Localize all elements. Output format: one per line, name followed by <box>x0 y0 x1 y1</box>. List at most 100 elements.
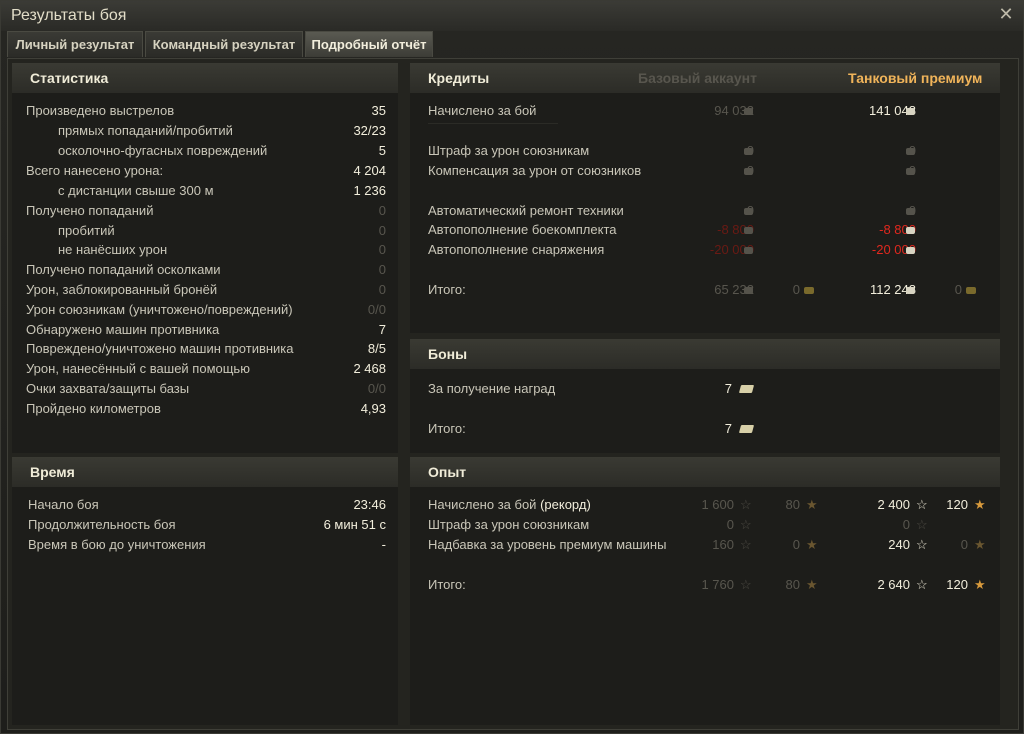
stat-row: не нанёсших урон 0 <box>26 240 386 260</box>
time-value: 23:46 <box>353 497 386 512</box>
stat-value: 2 468 <box>353 361 386 376</box>
credits-icon <box>744 108 753 115</box>
stat-row: с дистанции свыше 300 м 1 236 <box>26 181 386 201</box>
xp-star-icon: ☆ <box>916 517 928 532</box>
credits-total-row: Итого: 65 232 0 112 248 0 <box>428 280 988 300</box>
stat-label: Повреждено/уничтожено машин противника <box>26 341 294 356</box>
credits-label: Автоматический ремонт техники <box>428 203 624 218</box>
stat-label: Получено попаданий осколками <box>26 262 221 277</box>
stat-row: Очки захвата/защиты базы 0/0 <box>26 379 386 399</box>
title-bar: Результаты боя ✕ <box>1 1 1023 31</box>
xp-total-base-free: 80 <box>785 577 800 592</box>
time-value: 6 мин 51 с <box>323 517 386 532</box>
battle-results-window: Результаты боя ✕ Личный результат Команд… <box>0 0 1024 734</box>
credits-icon <box>744 227 753 234</box>
credits-row: Компенсация за урон от союзников 0 0 <box>428 161 988 181</box>
credits-icon <box>906 227 915 234</box>
stat-row: Повреждено/уничтожено машин противника 8… <box>26 339 386 359</box>
credits-total-premium-gold: 0 <box>954 282 962 297</box>
free-xp-star-icon: ★ <box>974 577 986 592</box>
credits-label: Автопополнение боекомплекта <box>428 222 617 237</box>
xp-base-free: 80 <box>785 497 800 512</box>
close-icon[interactable]: ✕ <box>997 5 1015 23</box>
stat-value: 32/23 <box>353 123 386 138</box>
stat-label: осколочно-фугасных повреждений <box>58 143 268 158</box>
stat-label: Очки захвата/защиты базы <box>26 381 190 396</box>
experience-panel: Начислено за бой (рекорд) 1 600 ☆ 80 ★ 2… <box>410 487 1000 725</box>
stat-row: Урон, заблокированный бронёй 0 <box>26 280 386 300</box>
stat-value: 7 <box>378 322 386 337</box>
stat-label: Урон, нанесённый с вашей помощью <box>26 361 250 376</box>
credits-icon <box>906 287 915 294</box>
stat-label: Обнаружено машин противника <box>26 322 220 337</box>
stat-row: Пройдено километров 4,93 <box>26 399 386 419</box>
xp-star-icon: ☆ <box>916 577 928 592</box>
xp-base-value: 0 <box>726 517 734 532</box>
credits-header: Кредиты Базовый аккаунт Танковый премиум <box>410 63 1000 93</box>
experience-total-label: Итого: <box>428 577 466 592</box>
stat-value: 5 <box>378 143 386 158</box>
window-title: Результаты боя <box>11 7 127 24</box>
credits-icon <box>906 247 915 254</box>
credits-panel: Начислено за бой 94 032 141 048 Штраф за… <box>410 93 1000 333</box>
xp-total-base: 1 760 <box>701 577 734 592</box>
xp-base-value: 160 <box>712 537 734 552</box>
detailed-report-content: Статистика Произведено выстрелов 35 прям… <box>7 58 1019 730</box>
stat-value: 0 <box>378 203 386 218</box>
xp-premium-value: 2 400 <box>877 497 910 512</box>
credits-label: Начислено за бой <box>428 103 537 118</box>
time-panel: Начало боя 23:46 Продолжительность боя 6… <box>12 487 398 725</box>
stat-label: пробитий <box>58 223 115 238</box>
credits-icon <box>744 287 753 294</box>
bonds-header: Боны <box>410 339 1000 369</box>
stat-value: 0/0 <box>367 302 386 317</box>
time-title: Время <box>30 464 75 480</box>
credits-icon <box>744 247 753 254</box>
gold-icon <box>804 287 814 294</box>
credits-row: Автоматический ремонт техники 0 0 <box>428 201 988 221</box>
xp-star-icon: ☆ <box>740 577 752 592</box>
experience-label: Надбавка за уровень премиум машины <box>428 537 667 552</box>
stat-value: 4,93 <box>360 401 386 416</box>
stat-label: не нанёсших урон <box>58 242 168 257</box>
credits-row: Автопополнение боекомплекта -8 800 -8 80… <box>428 220 988 240</box>
credits-icon <box>906 108 915 115</box>
tab-detailed-report[interactable]: Подробный отчёт <box>305 31 433 57</box>
bonds-total-label: Итого: <box>428 421 466 436</box>
experience-total-row: Итого: 1 760 ☆ 80 ★ 2 640 ☆ 120 ★ <box>428 575 988 595</box>
stat-label: с дистанции свыше 300 м <box>58 183 214 198</box>
stat-value: 0 <box>378 262 386 277</box>
statistics-panel: Произведено выстрелов 35 прямых попадани… <box>12 93 398 453</box>
experience-title: Опыт <box>428 464 467 480</box>
bonds-total-row: Итого: 7 <box>428 419 988 439</box>
stat-row: Всего нанесено урона: 4 204 <box>26 161 386 181</box>
stat-value: 0 <box>378 282 386 297</box>
stat-value: 0 <box>378 223 386 238</box>
xp-premium-value: 0 <box>902 517 910 532</box>
tab-team-result[interactable]: Командный результат <box>145 31 303 57</box>
credits-icon <box>906 208 915 215</box>
xp-star-icon: ☆ <box>916 497 928 512</box>
time-label: Продолжительность боя <box>28 517 176 532</box>
stat-value: 0/0 <box>367 381 386 396</box>
time-header: Время <box>12 457 398 487</box>
bonds-total-value: 7 <box>724 421 732 436</box>
stat-row: Обнаружено машин противника 7 <box>26 320 386 340</box>
time-row: Начало боя 23:46 <box>28 495 386 515</box>
credits-label: Штраф за урон союзникам <box>428 143 590 158</box>
free-xp-star-icon: ★ <box>974 497 986 512</box>
xp-base-free: 0 <box>792 537 800 552</box>
credits-icon <box>906 168 915 175</box>
tab-personal-result[interactable]: Личный результат <box>7 31 143 57</box>
credits-row: Автопополнение снаряжения -20 000 -20 00… <box>428 240 988 260</box>
stat-value: 4 204 <box>353 163 386 178</box>
statistics-title: Статистика <box>30 70 109 86</box>
stat-label: Получено попаданий <box>26 203 154 218</box>
experience-row: Надбавка за уровень премиум машины 160 ☆… <box>428 535 988 555</box>
xp-star-icon: ☆ <box>740 497 752 512</box>
time-label: Начало боя <box>28 497 99 512</box>
stat-row: Урон, нанесённый с вашей помощью 2 468 <box>26 359 386 379</box>
stat-value: 0 <box>378 242 386 257</box>
bonds-title: Боны <box>428 346 468 362</box>
free-xp-star-icon: ★ <box>806 497 818 512</box>
